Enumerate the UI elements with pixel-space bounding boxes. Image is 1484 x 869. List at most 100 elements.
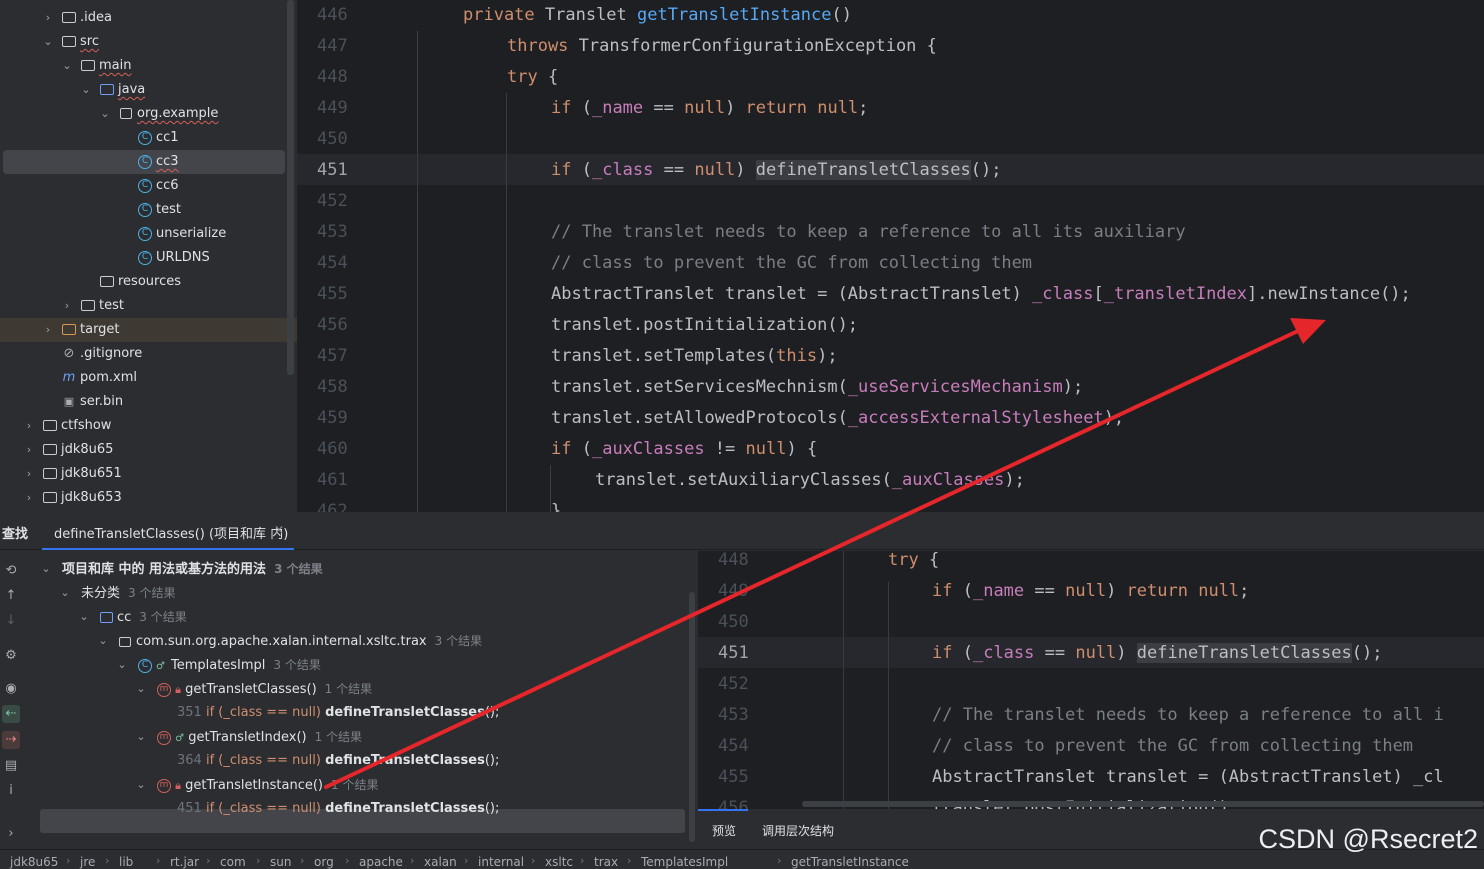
- folder-icon: [61, 6, 77, 30]
- read-access-icon[interactable]: ⇠: [2, 705, 20, 723]
- chevron-down-icon[interactable]: ⌄: [135, 677, 147, 701]
- tree-item-ctfshow[interactable]: › ctfshow: [0, 414, 297, 438]
- tree-item-jdk8u653[interactable]: › jdk8u653: [0, 486, 297, 510]
- line-number: 453: [317, 222, 348, 242]
- eye-icon[interactable]: ◉: [2, 680, 20, 698]
- line-number: 450: [718, 612, 749, 632]
- preview-pane[interactable]: 448 449 450 451 452 453 454 455 456 try …: [698, 551, 1484, 809]
- breadcrumb-item[interactable]: org: [314, 855, 334, 869]
- indent-guide: [506, 93, 507, 512]
- chevron-down-icon[interactable]: ⌄: [99, 102, 111, 126]
- chevron-down-icon[interactable]: ⌄: [78, 605, 90, 629]
- group-by-file-icon[interactable]: ▤: [2, 757, 20, 775]
- chevron-right-icon[interactable]: ›: [23, 462, 35, 486]
- tree-item-cc3[interactable]: C cc3: [3, 150, 285, 174]
- tree-item-gitignore[interactable]: ⊘ .gitignore: [0, 342, 297, 366]
- code-line: throws TransformerConfigurationException…: [507, 36, 937, 56]
- breadcrumb-item[interactable]: sun: [270, 855, 291, 869]
- result-usage[interactable]: 364 if (_class == null) defineTransletCl…: [177, 749, 499, 773]
- line-number-current: 451: [718, 643, 749, 663]
- breadcrumb-item[interactable]: rt.jar: [170, 855, 199, 869]
- tree-item-target[interactable]: › target: [0, 318, 297, 342]
- tree-item-test-class[interactable]: C test: [0, 198, 297, 222]
- breadcrumb-item[interactable]: jdk8u65: [10, 855, 58, 869]
- public-access-icon: ♂: [156, 661, 165, 672]
- chevron-down-icon[interactable]: ⌄: [42, 30, 54, 54]
- tree-item-unserialize[interactable]: C unserialize: [0, 222, 297, 246]
- chevron-down-icon[interactable]: ⌄: [59, 581, 71, 605]
- line-number: 452: [718, 674, 749, 694]
- tree-item-test-folder[interactable]: › test: [0, 294, 297, 318]
- breadcrumb-item[interactable]: com: [220, 855, 246, 869]
- chevron-right-icon[interactable]: ›: [42, 318, 54, 342]
- tree-item-java[interactable]: ⌄ java: [0, 78, 297, 102]
- tree-item-jdk8u651[interactable]: › jdk8u651: [0, 462, 297, 486]
- breadcrumb-item[interactable]: getTransletInstance: [791, 855, 909, 869]
- breadcrumb-item[interactable]: TemplatesImpl: [641, 855, 728, 869]
- tree-item-idea[interactable]: › .idea: [0, 6, 297, 30]
- code-editor[interactable]: 446 447 448 449 450 451 452 453 454 455 …: [297, 0, 1484, 512]
- chevron-down-icon[interactable]: ⌄: [135, 725, 147, 749]
- folder-icon: [42, 438, 58, 462]
- result-usage[interactable]: 351 if (_class == null) defineTransletCl…: [177, 701, 499, 725]
- line-number: 454: [718, 736, 749, 756]
- binary-file-icon: ▣: [63, 395, 75, 408]
- breadcrumb-item[interactable]: internal: [478, 855, 524, 869]
- breadcrumb-item[interactable]: trax: [594, 855, 618, 869]
- rerun-icon[interactable]: ⟲: [2, 562, 20, 580]
- line-number: 447: [317, 36, 348, 56]
- expand-icon[interactable]: ›: [2, 825, 20, 843]
- chevron-right-icon[interactable]: ›: [61, 294, 73, 318]
- tree-item-urldns[interactable]: C URLDNS: [0, 246, 297, 270]
- chevron-down-icon[interactable]: ⌄: [135, 773, 147, 797]
- find-tab[interactable]: defineTransletClasses() (项目和库 内): [54, 523, 288, 542]
- settings-icon[interactable]: ⚙: [2, 647, 20, 665]
- code-line: try {: [507, 67, 559, 87]
- line-number: 449: [718, 581, 749, 601]
- tab-call-hierarchy[interactable]: 调用层次结构: [762, 822, 834, 839]
- write-access-icon[interactable]: ⇢: [2, 731, 20, 749]
- chevron-down-icon[interactable]: ⌄: [40, 557, 52, 581]
- code-line: if (_class == null) defineTransletClasse…: [551, 160, 1002, 180]
- tree-item-jdk8u65[interactable]: › jdk8u65: [0, 438, 297, 462]
- tree-item-src[interactable]: ⌄ src: [0, 30, 297, 54]
- close-icon[interactable]: ✕: [274, 523, 284, 537]
- chevron-right-icon[interactable]: ›: [23, 486, 35, 510]
- breadcrumb-item[interactable]: xalan: [424, 855, 457, 869]
- info-icon[interactable]: i: [2, 782, 20, 800]
- tab-preview[interactable]: 预览: [712, 822, 736, 839]
- indent-guide: [843, 551, 844, 809]
- breadcrumb-item[interactable]: xsltc: [545, 855, 573, 869]
- chevron-right-icon[interactable]: ›: [23, 438, 35, 462]
- tree-item-org-example[interactable]: ⌄ org.example: [0, 102, 297, 126]
- arrow-down-icon[interactable]: ↓: [2, 612, 20, 630]
- chevron-down-icon[interactable]: ⌄: [80, 78, 92, 102]
- line-number: 458: [317, 377, 348, 397]
- arrow-up-icon[interactable]: ↑: [2, 587, 20, 605]
- code-line: AbstractTranslet translet = (AbstractTra…: [932, 767, 1444, 787]
- tree-item-resources[interactable]: resources: [0, 270, 297, 294]
- chevron-down-icon[interactable]: ⌄: [116, 653, 128, 677]
- private-lock-icon: 🔒︎: [175, 779, 181, 792]
- results-scrollbar[interactable]: [689, 592, 695, 842]
- tree-item-pom-xml[interactable]: m pom.xml: [0, 366, 297, 390]
- tree-item-cc6[interactable]: C cc6: [0, 174, 297, 198]
- chevron-down-icon[interactable]: ⌄: [61, 54, 73, 78]
- chevron-right-icon[interactable]: ›: [23, 414, 35, 438]
- class-icon: C: [137, 150, 153, 174]
- chevron-down-icon[interactable]: ⌄: [97, 629, 109, 653]
- tree-item-main[interactable]: ⌄ main: [0, 54, 297, 78]
- line-number: 462: [317, 501, 348, 512]
- breadcrumb-item[interactable]: apache: [359, 855, 403, 869]
- folder-icon: [80, 294, 96, 318]
- breadcrumb-item[interactable]: jre: [80, 855, 95, 869]
- class-icon: C: [137, 246, 153, 270]
- tree-item-ser-bin[interactable]: ▣ ser.bin: [0, 390, 297, 414]
- preview-horizontal-scrollbar[interactable]: [802, 801, 1484, 807]
- tree-item-cc1[interactable]: C cc1: [0, 126, 297, 150]
- result-usage-selected[interactable]: 451 if (_class == null) defineTransletCl…: [177, 797, 499, 821]
- tree-scrollbar[interactable]: [287, 0, 294, 375]
- chevron-right-icon[interactable]: ›: [42, 6, 54, 30]
- breadcrumb-item[interactable]: lib: [119, 855, 133, 869]
- progress-indicator: [698, 809, 748, 811]
